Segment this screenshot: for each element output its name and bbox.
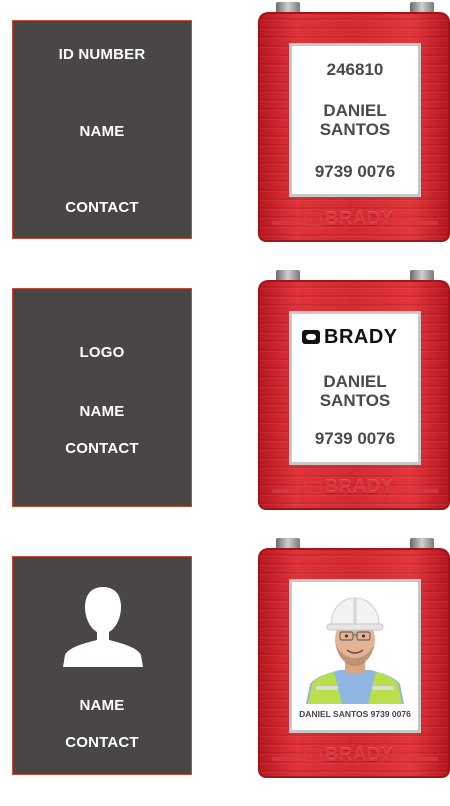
emboss-line-left — [272, 757, 300, 761]
padlock-brand-emboss: BRADY — [304, 477, 394, 498]
emboss-line-right — [410, 221, 438, 225]
example-row-logo: LOGO NAME CONTACT BRADY DANIEL SANTOS 97… — [0, 270, 450, 538]
label-name-line2: SANTOS — [319, 120, 391, 139]
padlock-label: 246810 DANIEL SANTOS 9739 0076 — [292, 46, 418, 194]
brady-mark-icon — [302, 330, 320, 344]
card-field-contact: CONTACT — [65, 199, 139, 216]
label-contact: 9739 0076 — [314, 429, 396, 448]
emboss-line-right — [410, 489, 438, 493]
template-card: NAME CONTACT — [12, 556, 192, 775]
person-silhouette-icon — [63, 587, 143, 667]
padlock-label: BRADY DANIEL SANTOS 9739 0076 — [292, 314, 418, 462]
padlock-brand-emboss: BRADY — [304, 745, 394, 766]
card-field-contact: CONTACT — [65, 734, 139, 751]
template-card: ID NUMBER NAME CONTACT — [12, 20, 192, 239]
card-field-id-number: ID NUMBER — [58, 46, 146, 63]
label-id-number: 246810 — [326, 60, 384, 79]
card-field-name: NAME — [79, 123, 125, 140]
label-contact: 9739 0076 — [314, 162, 396, 181]
label-name-line1: DANIEL — [323, 372, 387, 391]
label-caption: DANIEL SANTOS 9739 0076 — [299, 709, 411, 719]
padlock-label: DANIEL SANTOS 9739 0076 — [292, 582, 418, 730]
example-row-photo: NAME CONTACT DANIEL SANTOS 9739 0076 BRA… — [0, 538, 450, 806]
emboss-line-left — [272, 489, 300, 493]
template-card: LOGO NAME CONTACT — [12, 288, 192, 507]
padlock-brand-emboss: BRADY — [304, 209, 394, 230]
card-field-name: NAME — [79, 403, 125, 420]
padlock: BRADY DANIEL SANTOS 9739 0076 BRADY — [258, 270, 450, 510]
worker-photo — [298, 588, 412, 704]
label-name-line1: DANIEL — [323, 101, 387, 120]
card-field-name: NAME — [79, 697, 125, 714]
example-row-id-number: ID NUMBER NAME CONTACT 246810 DANIEL SAN… — [0, 2, 450, 270]
card-field-logo: LOGO — [79, 344, 125, 361]
padlock: DANIEL SANTOS 9739 0076 BRADY — [258, 538, 450, 778]
emboss-line-right — [410, 757, 438, 761]
card-field-contact: CONTACT — [65, 440, 139, 457]
brady-logo: BRADY — [302, 326, 398, 349]
padlock: 246810 DANIEL SANTOS 9739 0076 BRADY — [258, 2, 450, 242]
label-name-line2: SANTOS — [319, 391, 391, 410]
emboss-line-left — [272, 221, 300, 225]
